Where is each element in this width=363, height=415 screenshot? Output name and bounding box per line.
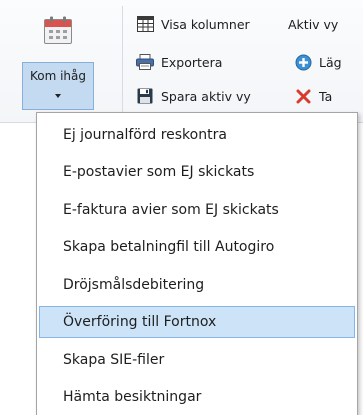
exportera-label: Exportera bbox=[161, 54, 223, 70]
ribbon-separator bbox=[122, 6, 123, 118]
menu-item-hamta-besiktningar[interactable]: Hämta besiktningar bbox=[39, 381, 355, 413]
exportera-button[interactable]: Exportera bbox=[136, 51, 222, 73]
menu-item-efaktura-avier-ej-skickats[interactable]: E-faktura avier som EJ skickats bbox=[39, 194, 355, 226]
chevron-down-icon bbox=[55, 94, 61, 98]
calendar-icon bbox=[44, 16, 72, 44]
visa-kolumner-button[interactable]: Visa kolumner bbox=[136, 13, 250, 35]
aktiv-vy-label: Aktiv vy bbox=[288, 16, 339, 32]
kom-ihag-button[interactable]: Kom ihåg bbox=[22, 10, 94, 110]
menu-item-overforing-till-fortnox[interactable]: Överföring till Fortnox bbox=[39, 306, 355, 338]
spara-aktiv-vy-label: Spara aktiv vy bbox=[161, 88, 251, 104]
floppy-disk-icon bbox=[136, 87, 154, 105]
menu-item-ej-journalford-reskontra[interactable]: Ej journalförd reskontra bbox=[39, 119, 355, 151]
add-circle-icon bbox=[294, 53, 312, 71]
ribbon-toolbar: Kom ihåg Visa kolumner Aktiv vy Exporter… bbox=[0, 0, 363, 123]
menu-item-drojsmalsdebitering[interactable]: Dröjsmålsdebitering bbox=[39, 269, 355, 301]
columns-icon bbox=[136, 15, 154, 33]
lagg-button[interactable]: Läg bbox=[294, 51, 342, 73]
kom-ihag-label: Kom ihåg bbox=[29, 69, 87, 83]
ta-bort-button[interactable]: Ta bbox=[294, 85, 332, 107]
app-window: Kom ihåg Visa kolumner Aktiv vy Exporter… bbox=[0, 0, 363, 415]
kom-ihag-icon-area[interactable] bbox=[22, 10, 94, 62]
menu-item-skapa-sie-filer[interactable]: Skapa SIE-filer bbox=[39, 344, 355, 376]
lagg-label: Läg bbox=[319, 54, 342, 70]
delete-x-icon bbox=[294, 87, 312, 105]
spara-aktiv-vy-button[interactable]: Spara aktiv vy bbox=[136, 85, 251, 107]
visa-kolumner-label: Visa kolumner bbox=[161, 16, 250, 32]
menu-item-epostavier-ej-skickats[interactable]: E-postavier som EJ skickats bbox=[39, 156, 355, 188]
ta-label: Ta bbox=[319, 88, 333, 104]
kom-ihag-menu: Ej journalförd reskontra E-postavier som… bbox=[36, 112, 358, 415]
printer-icon bbox=[136, 53, 154, 71]
kom-ihag-dropdown-toggle[interactable]: Kom ihåg bbox=[22, 62, 94, 110]
menu-item-skapa-betalningfil-autogiro[interactable]: Skapa betalningfil till Autogiro bbox=[39, 231, 355, 263]
aktiv-vy-button[interactable]: Aktiv vy bbox=[288, 13, 338, 35]
